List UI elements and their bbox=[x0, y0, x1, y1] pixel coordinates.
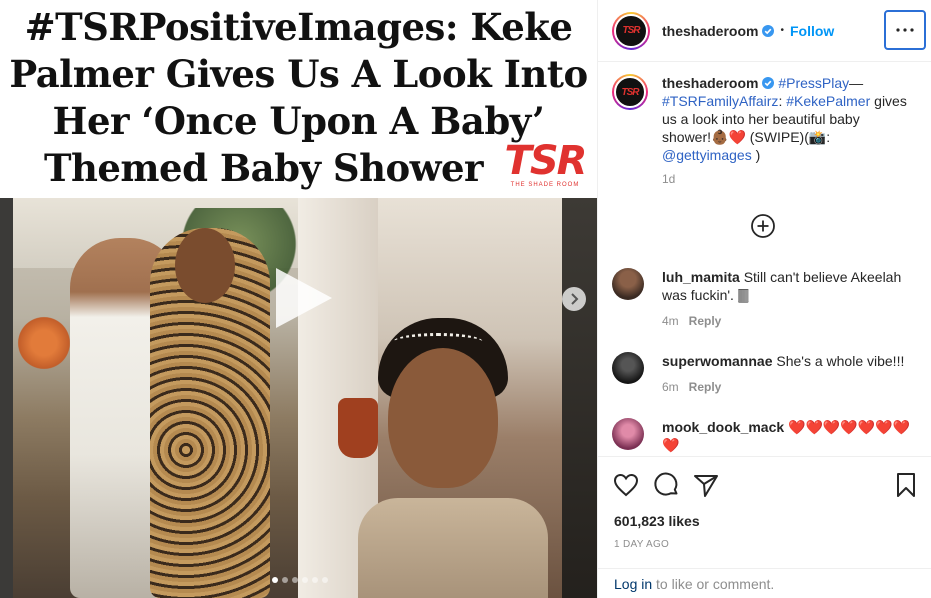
comment-username[interactable]: superwomannae bbox=[662, 353, 772, 369]
avatar[interactable]: TSR bbox=[612, 11, 650, 50]
comment-body: superwomannae She's a whole vibe!!! 6m Re… bbox=[662, 352, 912, 396]
comment-icon[interactable] bbox=[652, 471, 680, 499]
headline-line-1: #TSRPositiveImages: Keke bbox=[24, 5, 573, 49]
comments-section[interactable]: TSR theshaderoom #PressPlay— #TSRFamilyAf… bbox=[598, 62, 931, 456]
caption-body: theshaderoom #PressPlay— #TSRFamilyAffair… bbox=[662, 74, 912, 188]
caption-username[interactable]: theshaderoom bbox=[662, 75, 758, 91]
chevron-right-icon bbox=[571, 293, 579, 305]
tsr-logo-sub: THE SHADE ROOM bbox=[510, 182, 580, 188]
comment-avatar[interactable] bbox=[612, 352, 644, 384]
post-panel: TSR theshaderoom • Follow TSR theshadero… bbox=[597, 0, 931, 598]
reply-button[interactable]: Reply bbox=[689, 380, 722, 394]
mention-link[interactable]: @gettyimages bbox=[662, 147, 752, 163]
carousel-dot bbox=[282, 577, 288, 583]
share-icon[interactable] bbox=[692, 471, 720, 499]
post-header: TSR theshaderoom • Follow bbox=[598, 0, 931, 62]
carousel-photo[interactable] bbox=[0, 198, 597, 598]
photo-edge bbox=[562, 198, 597, 598]
hashtag-link[interactable]: #TSRFamilyAffairz bbox=[662, 93, 778, 109]
hashtag-link[interactable]: #PressPlay bbox=[778, 75, 849, 91]
caption-text-end: ) bbox=[751, 147, 761, 163]
hashtag-link[interactable]: #KekePalmer bbox=[786, 93, 870, 109]
bookmark-icon[interactable] bbox=[892, 471, 920, 499]
carousel-dot bbox=[302, 577, 308, 583]
carousel-dot bbox=[292, 577, 298, 583]
comment-meta: 4m Reply bbox=[662, 312, 912, 330]
comment-meta: 6m Reply bbox=[662, 378, 912, 396]
more-horizontal-icon bbox=[896, 28, 914, 32]
carousel-next-button[interactable] bbox=[562, 287, 586, 311]
avatar-logo: TSR bbox=[614, 13, 648, 48]
header-separator: • bbox=[780, 25, 784, 36]
login-link[interactable]: Log in bbox=[614, 576, 652, 592]
post-actions: 601,823 likes 1 DAY AGO bbox=[598, 456, 931, 568]
photo-couple bbox=[0, 198, 298, 598]
headline-banner: #TSRPositiveImages: Keke Palmer Gives Us… bbox=[0, 0, 597, 198]
comment: luh_mamita Still can't believe Akeelah w… bbox=[612, 268, 922, 330]
load-more-comments-icon[interactable] bbox=[750, 213, 776, 239]
comment: superwomannae She's a whole vibe!!! 6m Re… bbox=[612, 352, 922, 396]
carousel-dots bbox=[272, 577, 328, 583]
play-icon[interactable] bbox=[270, 265, 334, 331]
likes-count[interactable]: 601,823 likes bbox=[614, 513, 700, 529]
carousel-dot bbox=[272, 577, 278, 583]
comment-username[interactable]: mook_dook_mack bbox=[662, 419, 784, 435]
comment-body: luh_mamita Still can't believe Akeelah w… bbox=[662, 268, 912, 330]
comment-avatar[interactable] bbox=[612, 418, 644, 450]
comment-time[interactable]: 6m bbox=[662, 380, 679, 394]
instagram-post: #TSRPositiveImages: Keke Palmer Gives Us… bbox=[0, 0, 931, 598]
verified-badge-icon bbox=[762, 24, 775, 37]
comment-text: She's a whole vibe!!! bbox=[776, 353, 905, 369]
post-timestamp[interactable]: 1 DAY AGO bbox=[614, 539, 669, 550]
reply-button[interactable]: Reply bbox=[689, 314, 722, 328]
caption-avatar[interactable]: TSR bbox=[612, 74, 648, 110]
post-media[interactable]: #TSRPositiveImages: Keke Palmer Gives Us… bbox=[0, 0, 597, 598]
header-username[interactable]: theshaderoom bbox=[662, 23, 758, 39]
tsr-logo-mark: TSR bbox=[504, 138, 588, 184]
carousel-dot bbox=[312, 577, 318, 583]
photo-portrait bbox=[298, 198, 562, 598]
post-caption: TSR theshaderoom #PressPlay— #TSRFamilyAf… bbox=[612, 74, 922, 188]
caption-colon: : bbox=[778, 93, 783, 109]
verified-badge-icon bbox=[762, 77, 775, 89]
more-options-button[interactable] bbox=[884, 10, 926, 50]
carousel-dot bbox=[322, 577, 328, 583]
comment-time[interactable]: 4m bbox=[662, 314, 679, 328]
caption-dash: — bbox=[849, 75, 864, 91]
headline-line-2: Palmer Gives Us A Look Into bbox=[9, 52, 588, 96]
tsr-logo: TSR THE SHADE ROOM bbox=[499, 140, 591, 192]
action-bar bbox=[612, 471, 918, 499]
comment-body: mook_dook_mack ❤️❤️❤️❤️❤️❤️❤️❤️ bbox=[662, 418, 912, 454]
comment: mook_dook_mack ❤️❤️❤️❤️❤️❤️❤️❤️ bbox=[612, 418, 922, 454]
login-text: to like or comment. bbox=[652, 576, 775, 592]
caption-avatar-logo: TSR bbox=[614, 76, 646, 108]
comment-username[interactable]: luh_mamita bbox=[662, 269, 740, 285]
caption-time[interactable]: 1d bbox=[662, 170, 912, 188]
comment-avatar[interactable] bbox=[612, 268, 644, 300]
login-prompt: Log in to like or comment. bbox=[598, 568, 931, 598]
follow-button[interactable]: Follow bbox=[790, 23, 834, 39]
heart-icon[interactable] bbox=[612, 471, 640, 499]
